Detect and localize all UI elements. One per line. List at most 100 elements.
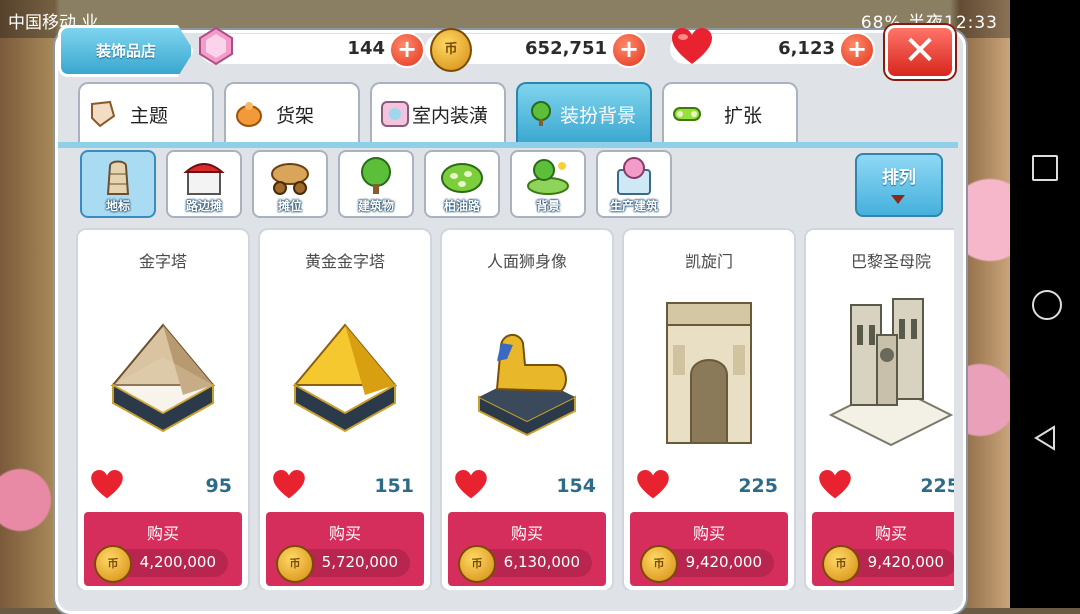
item-name: 金字塔 — [138, 252, 187, 271]
heart-value: 6,123 — [778, 38, 835, 59]
tab-decor-background[interactable]: 装扮背景 — [516, 82, 652, 144]
close-button[interactable]: ✕ — [885, 25, 955, 79]
buy-label: 购买 — [146, 524, 179, 543]
item-likes: 151 — [374, 475, 414, 497]
price-pill: 币 9,420,000 — [640, 545, 774, 583]
coin-icon: 币 — [458, 545, 496, 583]
gem-counter: 144 + — [199, 26, 425, 68]
price-pill: 币 5,720,000 — [276, 545, 410, 583]
category-background[interactable]: 背景 — [510, 150, 586, 218]
price-pill: 币 9,420,000 — [822, 545, 954, 583]
price-pill: 币 4,200,000 — [94, 545, 228, 583]
buy-label: 购买 — [692, 524, 725, 543]
item-card-arc-de-triomphe[interactable]: 凯旋门 225 购买 币 9,420,000 — [622, 228, 796, 590]
item-card-golden-pyramid[interactable]: 黄金金字塔 151 购买 币 5,720,000 — [258, 228, 432, 590]
stall-icon — [183, 163, 225, 195]
item-name: 凯旋门 — [684, 252, 733, 271]
tab-expand[interactable]: 扩张 — [662, 82, 798, 144]
tab-theme[interactable]: 主题 — [78, 82, 214, 144]
coin-icon: 币 — [94, 545, 132, 583]
item-price: 9,420,000 — [867, 553, 944, 571]
buy-label: 购买 — [328, 524, 361, 543]
item-price: 9,420,000 — [685, 553, 762, 571]
coin-icon: 币 — [276, 545, 314, 583]
item-name: 黄金金字塔 — [304, 252, 385, 271]
category-booth[interactable]: 摊位 — [252, 150, 328, 218]
shop-title: 装饰品店 — [58, 25, 194, 77]
production-icon — [617, 157, 651, 195]
item-card-sphinx[interactable]: 人面狮身像 154 购买 币 6,130,000 — [440, 228, 614, 590]
golden-pyramid-icon — [292, 323, 398, 433]
shelf-icon — [236, 102, 262, 127]
cart-icon — [271, 163, 309, 195]
item-likes: 95 — [205, 475, 232, 497]
arc-de-triomphe-icon — [666, 302, 752, 444]
expand-icon — [673, 107, 701, 121]
buy-button[interactable]: 购买 币 4,200,000 — [84, 512, 242, 586]
item-name: 巴黎圣母院 — [850, 252, 931, 271]
background-icon — [527, 159, 569, 195]
add-coins-button[interactable]: + — [611, 32, 647, 68]
buy-button[interactable]: 购买 币 9,420,000 — [812, 512, 954, 586]
recent-apps-icon[interactable] — [1032, 155, 1058, 181]
item-price: 5,720,000 — [321, 553, 398, 571]
category-label: 柏油路 — [443, 199, 480, 213]
category-roadside-stall[interactable]: 路边摊 — [166, 150, 242, 218]
notre-dame-icon — [828, 298, 954, 447]
tab-label: 货架 — [276, 105, 315, 127]
coin-icon: 币 — [430, 28, 472, 72]
heart-icon — [672, 28, 712, 64]
category-asphalt-road[interactable]: 柏油路 — [424, 150, 500, 218]
item-card-pyramid[interactable]: 金字塔 95 购买 币 4,200,000 — [76, 228, 250, 590]
road-icon — [441, 163, 483, 193]
chevron-down-icon — [891, 195, 905, 204]
heart-icon — [819, 470, 851, 499]
building-tree-icon — [361, 157, 391, 194]
tab-interior[interactable]: 室内装潢 — [370, 82, 506, 144]
tab-shelf[interactable]: 货架 — [224, 82, 360, 144]
android-nav-bar — [1010, 0, 1080, 608]
category-landmark[interactable]: 地标 — [80, 150, 156, 218]
item-grid[interactable]: 金字塔 95 购买 币 4,200,000 黄金金字塔 151 购买 币 5,7… — [72, 228, 954, 590]
gem-value: 144 — [347, 38, 385, 59]
sort-button[interactable]: 排列 — [855, 153, 943, 217]
category-label: 建筑物 — [357, 199, 394, 213]
coin-icon: 币 — [822, 545, 860, 583]
category-production-building[interactable]: 生产建筑 — [596, 150, 672, 218]
buy-label: 购买 — [874, 524, 907, 543]
category-label: 生产建筑 — [609, 199, 658, 213]
gem-icon — [199, 26, 233, 66]
category-label: 地标 — [105, 199, 130, 213]
theme-icon — [91, 100, 116, 128]
price-pill: 币 6,130,000 — [458, 545, 592, 583]
item-likes: 225 — [920, 475, 954, 497]
item-name: 人面狮身像 — [486, 252, 567, 271]
item-likes: 225 — [738, 475, 778, 497]
tab-label: 主题 — [130, 105, 169, 127]
tree-icon — [531, 101, 551, 126]
heart-counter: 6,123 + — [670, 28, 875, 68]
category-building[interactable]: 建筑物 — [338, 150, 414, 218]
sort-label: 排列 — [882, 168, 916, 188]
pyramid-icon — [110, 323, 216, 433]
buy-button[interactable]: 购买 币 9,420,000 — [630, 512, 788, 586]
category-label: 摊位 — [277, 199, 302, 213]
landmark-icon — [106, 160, 130, 195]
back-icon[interactable] — [1032, 425, 1058, 451]
category-label: 路边摊 — [185, 199, 222, 213]
buy-button[interactable]: 购买 币 6,130,000 — [448, 512, 606, 586]
coin-icon: 币 — [640, 545, 678, 583]
item-likes: 154 — [556, 475, 596, 497]
coin-counter: 币 652,751 + — [425, 28, 647, 72]
sphinx-icon — [478, 334, 576, 437]
item-price: 4,200,000 — [139, 553, 216, 571]
buy-label: 购买 — [510, 524, 543, 543]
tab-label: 装扮背景 — [560, 105, 637, 127]
add-gems-button[interactable]: + — [389, 32, 425, 68]
tab-label: 室内装潢 — [412, 105, 489, 127]
buy-button[interactable]: 购买 币 5,720,000 — [266, 512, 424, 586]
tab-label: 扩张 — [724, 105, 763, 127]
home-icon[interactable] — [1032, 290, 1062, 320]
item-card-notre-dame[interactable]: 巴黎圣母院 225 购买 币 9,420,000 — [804, 228, 954, 590]
add-hearts-button[interactable]: + — [839, 32, 875, 68]
